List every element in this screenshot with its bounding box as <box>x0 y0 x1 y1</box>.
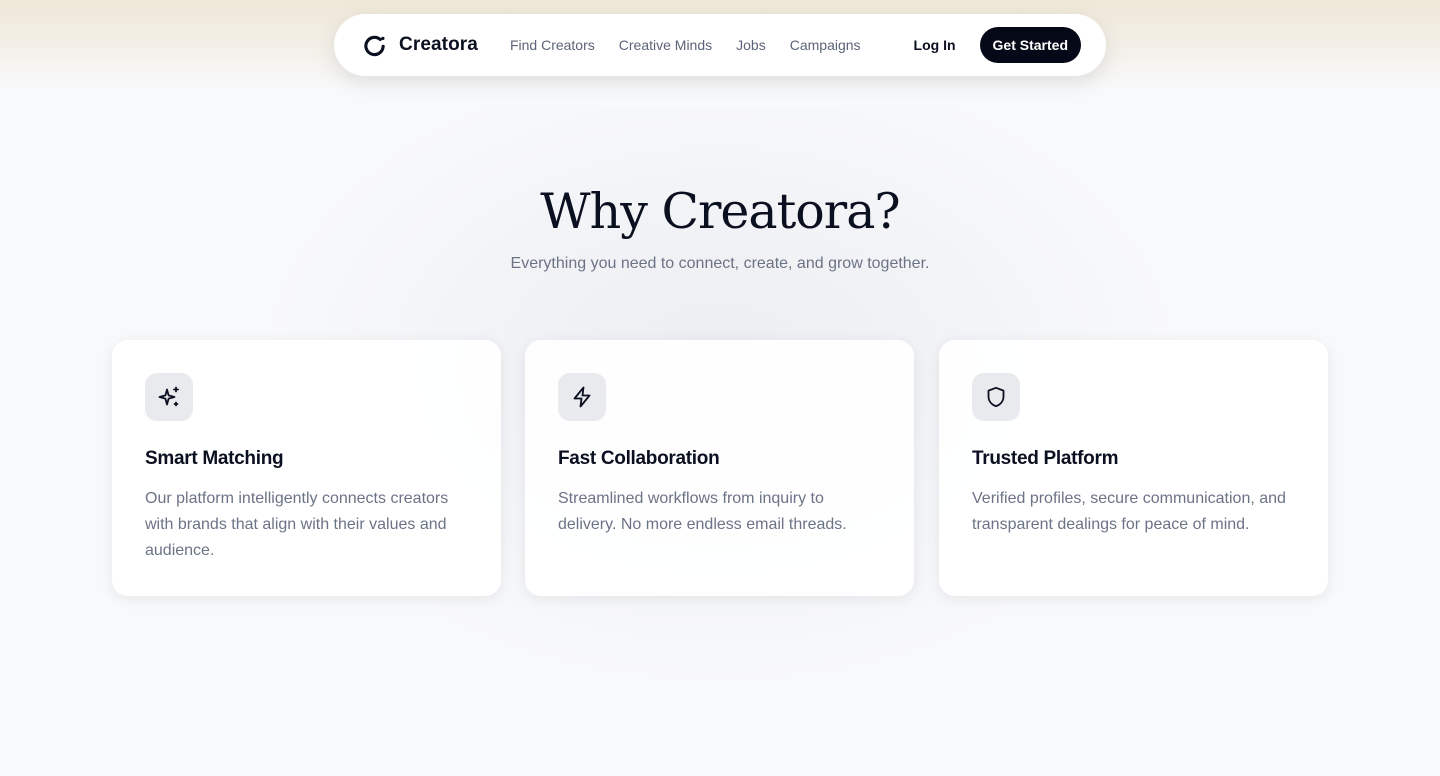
nav-link-find-creators[interactable]: Find Creators <box>510 37 595 53</box>
feature-card-fast-collaboration: Fast Collaboration Streamlined workflows… <box>525 340 914 596</box>
section-subtitle: Everything you need to connect, create, … <box>510 255 930 272</box>
section-title: Why Creatora? <box>540 183 900 240</box>
nav-link-creative-minds[interactable]: Creative Minds <box>619 37 712 53</box>
get-started-button[interactable]: Get Started <box>979 27 1081 63</box>
feature-title: Fast Collaboration <box>558 448 720 469</box>
nav-actions: Log In Get Started <box>914 27 1081 63</box>
nav-links: Find Creators Creative Minds Jobs Campai… <box>510 37 861 53</box>
feature-card-smart-matching: Smart Matching Our platform intelligentl… <box>112 340 501 596</box>
feature-card-trusted-platform: Trusted Platform Verified profiles, secu… <box>939 340 1328 596</box>
lightning-icon <box>558 373 606 421</box>
feature-title: Smart Matching <box>145 448 284 469</box>
login-link[interactable]: Log In <box>914 37 956 53</box>
feature-description: Our platform intelligently connects crea… <box>145 490 449 559</box>
brand-name: Creatora <box>399 34 478 55</box>
top-navbar: Creatora Find Creators Creative Minds Jo… <box>334 14 1106 76</box>
sparkles-icon <box>145 373 193 421</box>
nav-link-jobs[interactable]: Jobs <box>736 37 766 53</box>
brand-home-link[interactable]: Creatora <box>362 33 478 58</box>
creatora-logo-icon <box>364 35 385 56</box>
feature-description: Verified profiles, secure communication,… <box>972 490 1286 533</box>
feature-description: Streamlined workflows from inquiry to de… <box>558 490 847 533</box>
feature-title: Trusted Platform <box>972 448 1119 469</box>
nav-link-campaigns[interactable]: Campaigns <box>790 37 861 53</box>
shield-icon <box>972 373 1020 421</box>
